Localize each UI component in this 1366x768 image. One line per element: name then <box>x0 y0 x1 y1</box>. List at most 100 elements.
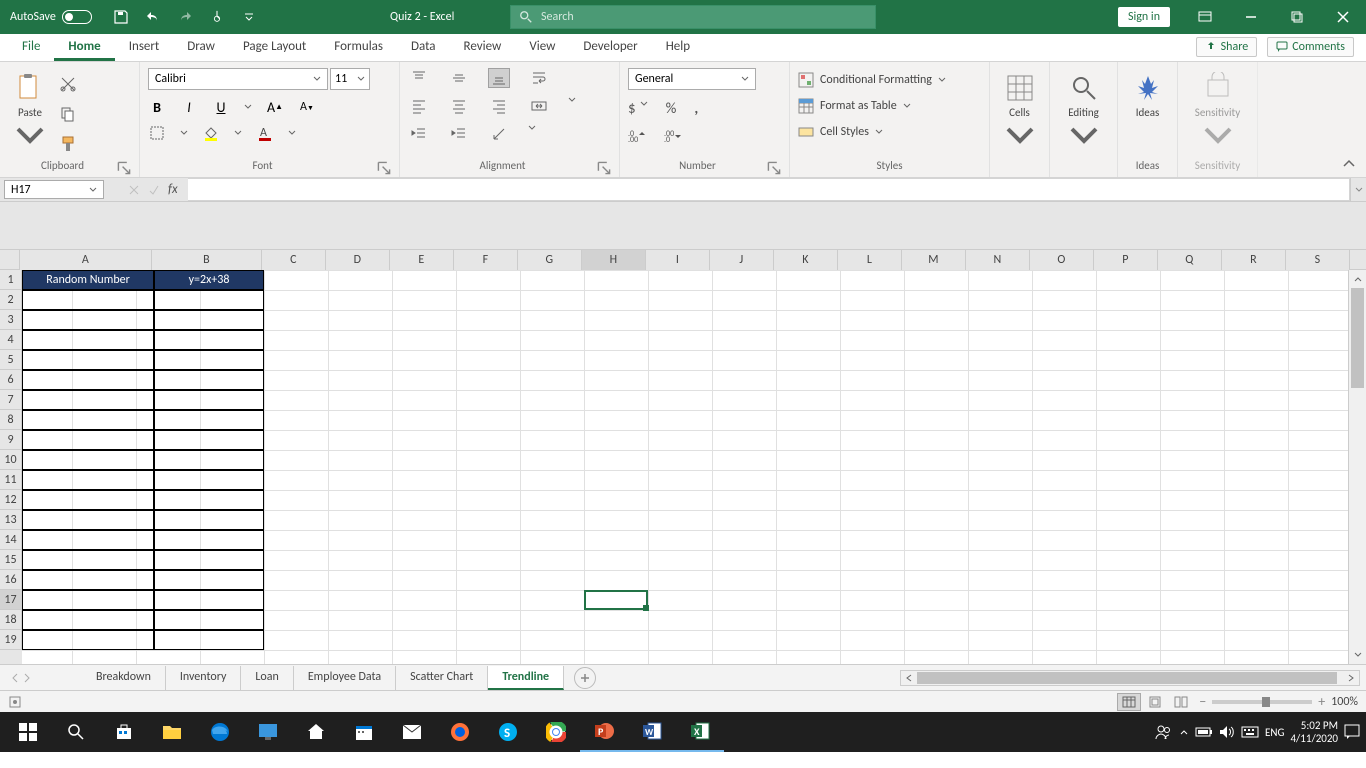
row-header-13[interactable]: 13 <box>0 510 22 530</box>
fill-handle[interactable] <box>643 605 649 611</box>
row-header-7[interactable]: 7 <box>0 390 22 410</box>
hscroll-thumb[interactable] <box>917 672 1337 684</box>
row-header-12[interactable]: 12 <box>0 490 22 510</box>
save-icon[interactable] <box>112 8 130 26</box>
expand-formula-bar-icon[interactable] <box>1350 178 1366 201</box>
cell-A16[interactable] <box>22 570 154 590</box>
comma-format-icon[interactable]: , <box>694 100 698 118</box>
col-header-E[interactable]: E <box>390 250 454 270</box>
cell-B19[interactable] <box>154 630 264 650</box>
enter-formula-icon[interactable] <box>148 184 160 196</box>
cell-A12[interactable] <box>22 490 154 510</box>
tab-draw[interactable]: Draw <box>173 33 229 61</box>
tab-page-layout[interactable]: Page Layout <box>229 33 320 61</box>
formula-input[interactable] <box>188 178 1350 201</box>
accounting-format-icon[interactable]: $ <box>628 100 636 118</box>
cell-B16[interactable] <box>154 570 264 590</box>
tab-insert[interactable]: Insert <box>115 33 174 61</box>
skype-icon[interactable]: S <box>484 712 532 752</box>
sheet-tab-loan[interactable]: Loan <box>241 666 293 690</box>
cell-B3[interactable] <box>154 310 264 330</box>
scroll-up-icon[interactable] <box>1349 270 1366 288</box>
cell-B14[interactable] <box>154 530 264 550</box>
number-launcher-icon[interactable] <box>767 161 781 175</box>
cell-A15[interactable] <box>22 550 154 570</box>
fill-color-icon[interactable] <box>202 124 220 142</box>
collapse-ribbon-icon[interactable] <box>1342 157 1356 171</box>
share-button[interactable]: Share <box>1196 37 1258 57</box>
tab-home[interactable]: Home <box>54 33 114 61</box>
cell-A2[interactable] <box>22 290 154 310</box>
cancel-formula-icon[interactable] <box>128 184 140 196</box>
col-header-F[interactable]: F <box>454 250 518 270</box>
wrap-text-icon[interactable] <box>528 68 550 88</box>
cell-B10[interactable] <box>154 450 264 470</box>
cell-A4[interactable] <box>22 330 154 350</box>
cell-B4[interactable] <box>154 330 264 350</box>
font-size-combo[interactable]: 11 <box>330 68 370 90</box>
cell-B8[interactable] <box>154 410 264 430</box>
decrease-decimal-icon[interactable]: .00.0 <box>664 128 682 142</box>
col-header-D[interactable]: D <box>326 250 390 270</box>
cell-A9[interactable] <box>22 430 154 450</box>
alignment-launcher-icon[interactable] <box>597 161 611 175</box>
cell-B15[interactable] <box>154 550 264 570</box>
col-header-K[interactable]: K <box>774 250 838 270</box>
col-header-J[interactable]: J <box>710 250 774 270</box>
sheet-tab-scatter-chart[interactable]: Scatter Chart <box>396 666 488 690</box>
sheet-tab-trendline[interactable]: Trendline <box>488 666 564 690</box>
autosave-toggle[interactable]: AutoSave <box>0 10 102 24</box>
col-header-C[interactable]: C <box>262 250 326 270</box>
powerpoint-icon[interactable]: P <box>580 712 628 752</box>
tab-formulas[interactable]: Formulas <box>320 33 397 61</box>
action-center-icon[interactable] <box>1344 724 1360 740</box>
tab-help[interactable]: Help <box>652 33 704 61</box>
comments-button[interactable]: Comments <box>1267 37 1354 57</box>
people-icon[interactable] <box>1155 723 1173 741</box>
language-indicator[interactable]: ENG <box>1265 726 1284 739</box>
zoom-level[interactable]: 100% <box>1331 695 1358 709</box>
search-taskbar-icon[interactable] <box>52 712 100 752</box>
cell-A3[interactable] <box>22 310 154 330</box>
row-header-6[interactable]: 6 <box>0 370 22 390</box>
tray-expand-icon[interactable] <box>1179 727 1189 737</box>
cell-A1[interactable]: Random Number <box>22 270 154 290</box>
col-header-M[interactable]: M <box>902 250 966 270</box>
decrease-indent-icon[interactable] <box>408 124 430 144</box>
cell-A10[interactable] <box>22 450 154 470</box>
align-middle-icon[interactable] <box>448 68 470 88</box>
tab-view[interactable]: View <box>515 33 569 61</box>
font-launcher-icon[interactable] <box>377 161 391 175</box>
align-right-icon[interactable] <box>488 96 510 116</box>
cell-B11[interactable] <box>154 470 264 490</box>
zoom-in-icon[interactable]: + <box>1318 693 1325 710</box>
increase-indent-icon[interactable] <box>448 124 470 144</box>
row-header-15[interactable]: 15 <box>0 550 22 570</box>
row-header-18[interactable]: 18 <box>0 610 22 630</box>
bold-icon[interactable]: B <box>148 98 166 116</box>
editing-button[interactable]: Editing <box>1058 68 1109 157</box>
start-button[interactable] <box>4 712 52 752</box>
decrease-font-icon[interactable]: A▼ <box>298 98 316 116</box>
col-header-Q[interactable]: Q <box>1158 250 1222 270</box>
tab-review[interactable]: Review <box>450 33 516 61</box>
row-header-14[interactable]: 14 <box>0 530 22 550</box>
calendar-icon[interactable] <box>340 712 388 752</box>
cells-button[interactable]: Cells <box>998 68 1041 157</box>
row-header-9[interactable]: 9 <box>0 430 22 450</box>
paste-button[interactable]: Paste <box>8 68 52 159</box>
cell-B18[interactable] <box>154 610 264 630</box>
orientation-icon[interactable] <box>488 124 510 144</box>
font-color-icon[interactable]: A <box>256 124 274 142</box>
clipboard-launcher-icon[interactable] <box>117 161 131 175</box>
conditional-formatting-button[interactable]: Conditional Formatting <box>798 72 981 88</box>
row-header-8[interactable]: 8 <box>0 410 22 430</box>
battery-icon[interactable] <box>1195 726 1213 738</box>
col-header-I[interactable]: I <box>646 250 710 270</box>
row-header-10[interactable]: 10 <box>0 450 22 470</box>
cell-A11[interactable] <box>22 470 154 490</box>
cell-B13[interactable] <box>154 510 264 530</box>
cut-icon[interactable] <box>56 72 80 96</box>
store-icon[interactable] <box>100 712 148 752</box>
sheet-tab-breakdown[interactable]: Breakdown <box>82 666 166 690</box>
